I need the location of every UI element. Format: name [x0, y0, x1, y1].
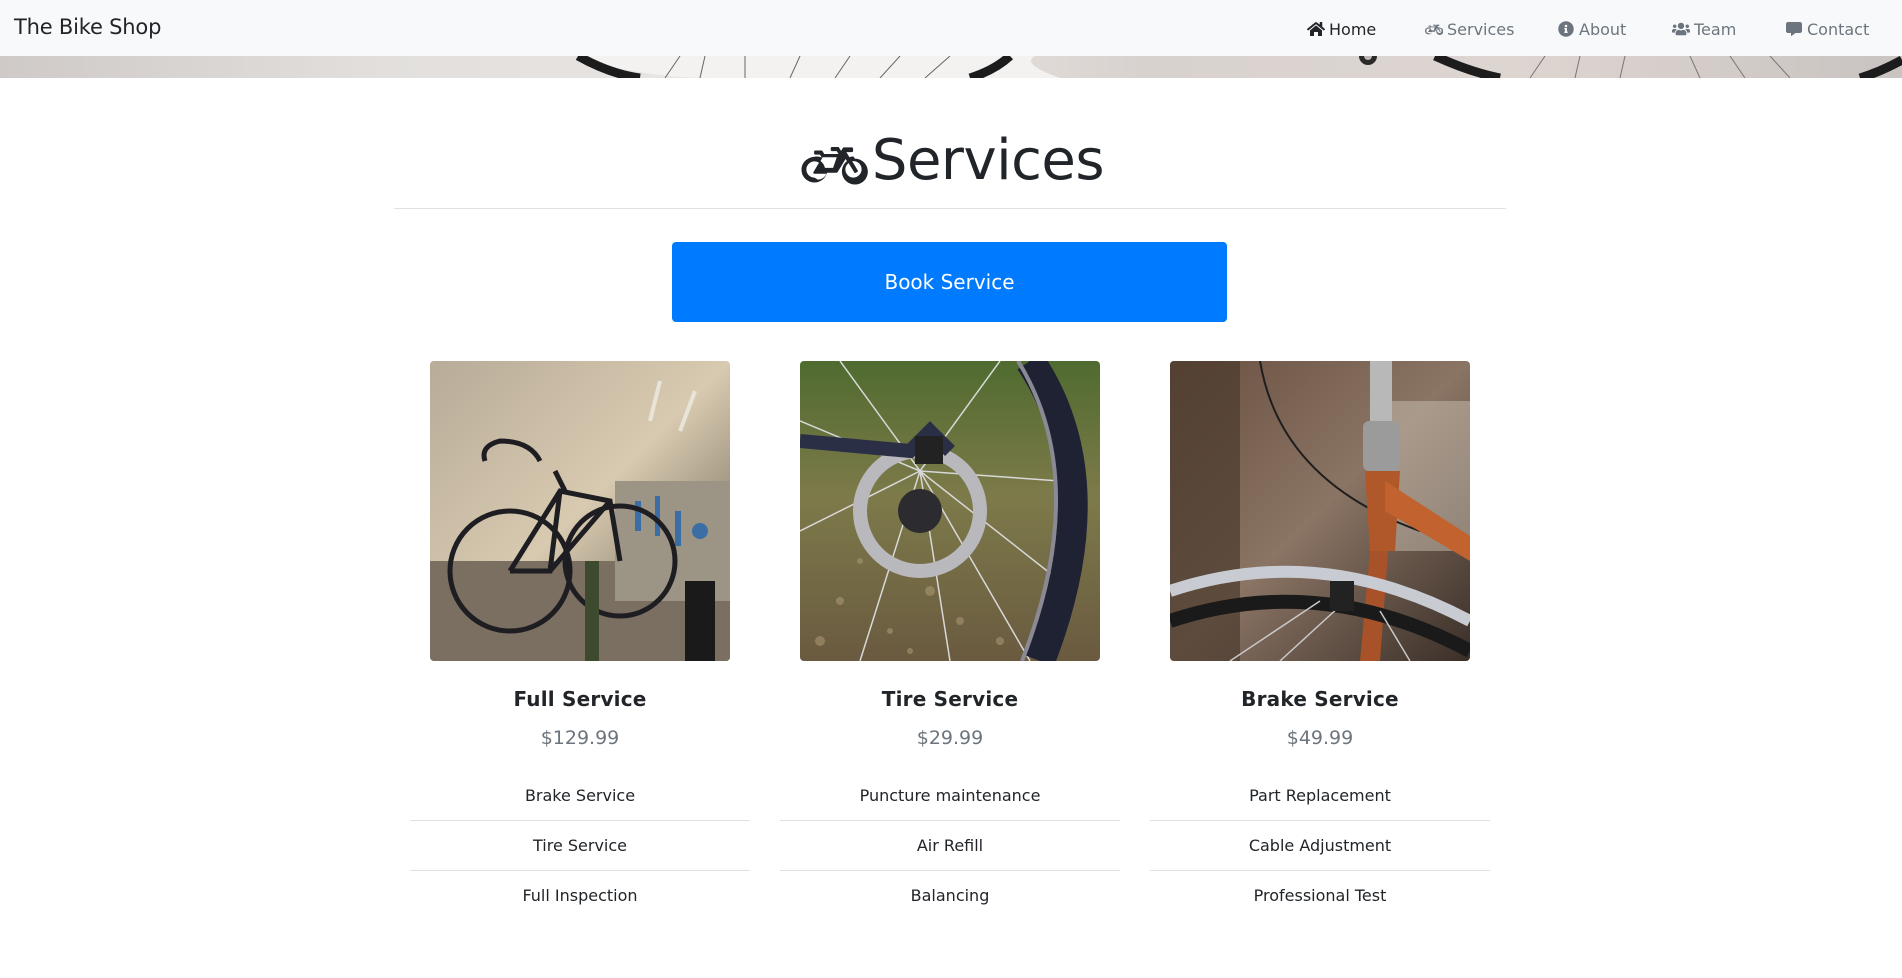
feature-item: Brake Service: [524, 786, 636, 805]
nav-label-team: Team: [1694, 19, 1737, 39]
service-price: $49.99: [1286, 727, 1354, 749]
feature-item: Part Replacement: [1249, 786, 1391, 805]
feature-item: Cable Adjustment: [1150, 820, 1490, 870]
nav-item-services[interactable]: Services: [1425, 18, 1514, 40]
comment-icon: [1786, 22, 1802, 36]
nav-item-team[interactable]: Team: [1672, 18, 1736, 40]
users-icon: [1672, 22, 1690, 36]
service-card-tire-service: Tire Service $29.99 Puncture maintenance…: [780, 361, 1120, 920]
feature-list: Part Replacement Cable Adjustment Profes…: [1150, 771, 1490, 920]
nav-label-about: About: [1579, 19, 1627, 39]
service-card-brake-service: Brake Service $49.99 Part Replacement Ca…: [1150, 361, 1490, 920]
bicycle-icon: [1425, 24, 1443, 35]
orange-fork-brake-photo: [1170, 361, 1470, 661]
feature-item: Tire Service: [410, 820, 750, 870]
home-icon: [1307, 22, 1325, 36]
service-card-full-service: Full Service $129.99 Brake Service Tire …: [410, 361, 750, 920]
bike-on-workstand-photo: [430, 361, 730, 661]
page-heading: Services: [0, 128, 1902, 193]
heading-divider: [394, 208, 1506, 209]
info-circle-icon: [1558, 21, 1574, 37]
page-title: Services: [871, 128, 1105, 193]
service-price: $29.99: [916, 727, 984, 749]
nav-label-home: Home: [1329, 19, 1377, 39]
feature-item: Air Refill: [780, 820, 1120, 870]
service-name: Tire Service: [881, 687, 1019, 711]
feature-item: Professional Test: [1150, 870, 1490, 920]
feature-item: Full Inspection: [410, 870, 750, 920]
nav-label-contact: Contact: [1807, 19, 1870, 39]
rear-wheel-disc-brake-photo: [800, 361, 1100, 661]
service-name: Full Service: [513, 687, 647, 711]
nav-item-home[interactable]: Home: [1307, 18, 1376, 40]
nav-item-contact[interactable]: Contact: [1785, 18, 1869, 40]
feature-item: Puncture maintenance: [859, 786, 1041, 805]
nav-label-services: Services: [1447, 19, 1515, 39]
service-price: $129.99: [540, 727, 620, 749]
nav-item-about[interactable]: About: [1557, 18, 1626, 40]
feature-list: Brake Service Tire Service Full Inspecti…: [410, 771, 750, 920]
bicycle-icon: [801, 146, 868, 185]
service-name: Brake Service: [1241, 687, 1399, 711]
brand-link[interactable]: The Bike Shop: [14, 15, 161, 39]
feature-list: Puncture maintenance Air Refill Balancin…: [780, 771, 1120, 920]
feature-item: Balancing: [780, 870, 1120, 920]
bicycle-wheel-background-photo: [575, 56, 1902, 78]
top-navbar: The Bike Shop Home Services About Team C…: [0, 0, 1902, 56]
hero-image-strip: [0, 56, 1902, 78]
book-service-button[interactable]: Book Service: [672, 242, 1227, 322]
